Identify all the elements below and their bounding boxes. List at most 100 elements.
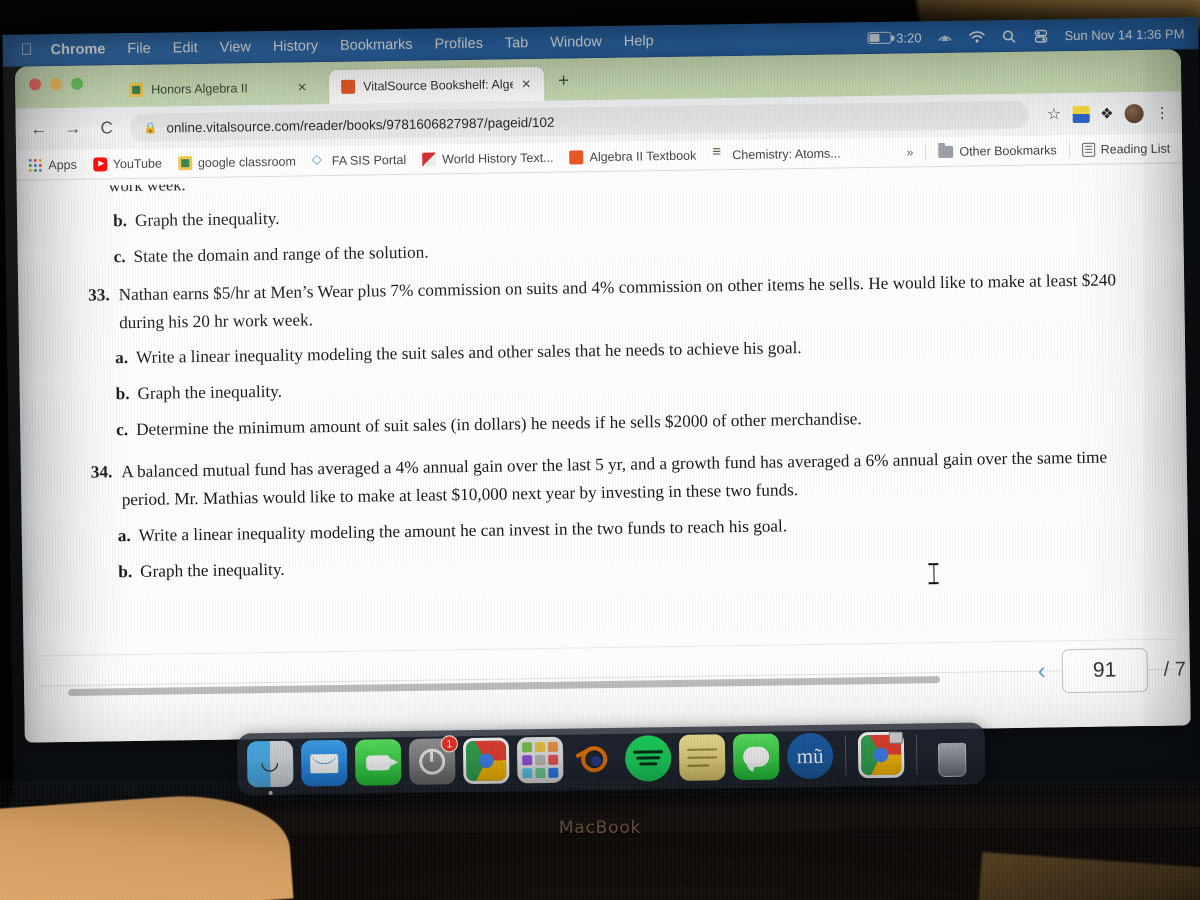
- tab-title: VitalSource Bookshelf: Algebra: [363, 77, 514, 94]
- zoom-window-button[interactable]: [70, 77, 84, 90]
- dock-item-trash[interactable]: [929, 731, 976, 778]
- chevron-left-icon[interactable]: ‹: [1037, 658, 1045, 686]
- exercise-34: 34. A balanced mutual fund has averaged …: [90, 447, 1108, 510]
- dock-item-google-chrome[interactable]: [462, 737, 510, 785]
- exercise-sub-item: a. Write a linear inequality modeling th…: [115, 338, 802, 368]
- bookmark-apps[interactable]: Apps: [28, 157, 77, 173]
- lock-icon: 🔒: [143, 122, 158, 135]
- menu-item-history[interactable]: History: [273, 38, 318, 55]
- dock-item-blender[interactable]: [571, 736, 618, 783]
- reading-list-button[interactable]: Reading List: [1081, 141, 1171, 157]
- schoology-icon: [312, 154, 326, 168]
- reading-list-icon: [1081, 142, 1095, 157]
- airplay-icon[interactable]: [936, 29, 953, 44]
- bookmark-youtube[interactable]: YouTube: [92, 156, 162, 172]
- dock-item-finder[interactable]: [246, 740, 294, 796]
- laptop-screen:  Chrome File Edit View History Bookmark…: [2, 17, 1200, 805]
- menu-item-chrome[interactable]: Chrome: [50, 41, 105, 58]
- chrome-window: Honors Algebra II ✕ VitalSource Bookshel…: [14, 49, 1191, 743]
- back-button[interactable]: ←: [28, 119, 50, 139]
- menu-item-tab[interactable]: Tab: [505, 35, 529, 51]
- menu-item-edit[interactable]: Edit: [173, 40, 198, 56]
- page-navigation: ‹ 91 / 7: [1037, 647, 1187, 694]
- other-bookmarks-button[interactable]: Other Bookmarks: [938, 142, 1057, 159]
- forward-button[interactable]: →: [62, 119, 84, 139]
- page-number-input[interactable]: 91: [1061, 647, 1148, 694]
- notification-badge: 1: [440, 735, 459, 753]
- spotlight-search-icon[interactable]: [1000, 28, 1017, 43]
- bookmark-fa-sis-portal[interactable]: FA SIS Portal: [312, 152, 407, 167]
- dock-item-launchpad[interactable]: [516, 736, 564, 784]
- address-bar[interactable]: 🔒 online.vitalsource.com/reader/books/97…: [129, 100, 1030, 143]
- laptop-chassis: MacBook  Chrome File Edit View History …: [0, 0, 1200, 855]
- photo-background: MacBook  Chrome File Edit View History …: [0, 0, 1200, 900]
- vitalsource-icon: [341, 79, 356, 94]
- google-classroom-icon: [177, 155, 192, 170]
- exercise-sub-item: c. Determine the minimum amount of suit …: [116, 409, 862, 440]
- google-classroom-icon: [129, 82, 144, 98]
- bookmark-label: google classroom: [197, 154, 296, 170]
- address-bar-url: online.vitalsource.com/reader/books/9781…: [166, 114, 555, 135]
- new-tab-button[interactable]: +: [558, 71, 569, 93]
- other-bookmarks-label: Other Bookmarks: [959, 142, 1057, 159]
- menu-item-view[interactable]: View: [220, 39, 251, 55]
- tab-vitalsource-bookshelf[interactable]: VitalSource Bookshelf: Algebra ✕: [328, 66, 545, 105]
- tab-title: Honors Algebra II: [151, 81, 248, 97]
- reload-button[interactable]: C: [96, 118, 118, 138]
- menu-item-window[interactable]: Window: [550, 34, 602, 51]
- bookmark-google-classroom[interactable]: google classroom: [177, 154, 296, 170]
- exercise-33: 33. Nathan earns $5/hr at Men’s Wear plu…: [88, 270, 1117, 332]
- bookmark-label: World History Text...: [442, 150, 554, 166]
- dock-item-musescore[interactable]: mũ: [786, 732, 834, 780]
- dock-item-spotify[interactable]: [624, 735, 672, 782]
- profile-avatar-icon[interactable]: [1124, 103, 1144, 123]
- dock-item-stickies[interactable]: [678, 734, 726, 781]
- close-tab-button[interactable]: ✕: [521, 77, 531, 91]
- dock-item-facetime[interactable]: [354, 739, 402, 786]
- bookmark-label: Algebra II Textbook: [589, 148, 697, 164]
- menu-item-help[interactable]: Help: [624, 33, 654, 49]
- wifi-icon[interactable]: [968, 29, 985, 44]
- bookmark-chemistry-atoms[interactable]: Chemistry: Atoms...: [712, 146, 841, 162]
- chrome-menu-button[interactable]: ⋮: [1155, 104, 1170, 122]
- menu-item-bookmarks[interactable]: Bookmarks: [340, 37, 413, 54]
- reading-list-label: Reading List: [1100, 141, 1171, 157]
- exercise-sub-item: b. Graph the inequality.: [118, 559, 285, 581]
- dock-item-system-preferences[interactable]: 1: [408, 735, 459, 785]
- bookmark-label: Apps: [48, 157, 77, 172]
- exercise-sub-item: b. Graph the inequality.: [115, 382, 283, 404]
- bookmark-star-icon[interactable]: ☆: [1047, 104, 1062, 124]
- bookmark-algebra-ii-textbook[interactable]: Algebra II Textbook: [569, 148, 697, 165]
- bookmark-world-history-text[interactable]: World History Text...: [422, 150, 554, 167]
- page-number-value: 91: [1092, 658, 1117, 682]
- chemistry-icon: [712, 148, 726, 162]
- apple-logo-icon[interactable]: : [20, 41, 32, 58]
- youtube-icon: [92, 156, 107, 172]
- menu-item-file[interactable]: File: [127, 41, 151, 57]
- textbook-icon: [422, 151, 437, 167]
- menu-item-profiles[interactable]: Profiles: [434, 36, 483, 53]
- close-tab-button[interactable]: ✕: [297, 80, 307, 94]
- vitalsource-reader: work week. b. Graph the inequality. c. S…: [16, 163, 1191, 743]
- page-total-label: / 7: [1163, 657, 1187, 681]
- dock-item-messages[interactable]: [732, 733, 780, 781]
- close-window-button[interactable]: [29, 78, 42, 91]
- macos-dock: 1: [236, 722, 986, 796]
- dock-item-chrome-window[interactable]: [857, 731, 905, 779]
- tab-honors-algebra-ii[interactable]: Honors Algebra II ✕: [117, 70, 317, 107]
- control-center-icon[interactable]: [1032, 28, 1049, 43]
- bookmarks-overflow-button[interactable]: »: [906, 145, 913, 159]
- bookmark-label: FA SIS Portal: [331, 152, 407, 168]
- page-content: b. Graph the inequality. c. State the do…: [83, 192, 1123, 586]
- puzzle-piece-icon[interactable]: ❖: [1100, 104, 1114, 122]
- menubar-clock[interactable]: Sun Nov 14 1:36 PM: [1064, 26, 1184, 43]
- battery-icon[interactable]: 3:20: [867, 30, 922, 46]
- dock-item-mail[interactable]: [300, 739, 348, 787]
- window-traffic-lights[interactable]: [29, 77, 84, 91]
- dock-divider: [915, 734, 918, 775]
- extension-pinned-icon[interactable]: [1072, 105, 1090, 123]
- exercise-sub-item: c. State the domain and range of the sol…: [113, 242, 429, 267]
- minimize-window-button[interactable]: [50, 78, 63, 91]
- apps-grid-icon: [28, 157, 43, 173]
- vitalsource-icon: [569, 149, 584, 165]
